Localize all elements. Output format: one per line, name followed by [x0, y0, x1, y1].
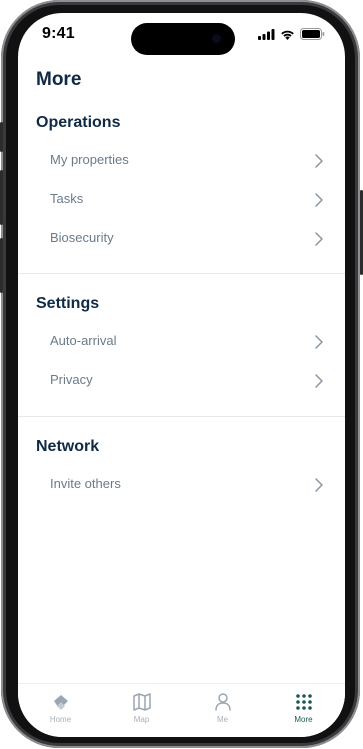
menu-item-label: Tasks: [50, 191, 84, 206]
person-icon: [215, 693, 231, 711]
grid-dots-icon: [296, 694, 312, 710]
menu-item-label: Auto-arrival: [50, 333, 117, 348]
page-title: More: [36, 69, 82, 90]
battery-icon: [300, 28, 325, 40]
menu-item-invite-others[interactable]: Invite others: [18, 466, 345, 504]
tab-label: More: [294, 715, 313, 724]
chevron-right-icon: [315, 374, 323, 388]
status-icons: [258, 27, 325, 41]
section-divider: [18, 416, 345, 417]
tab-me[interactable]: Me: [182, 684, 263, 737]
section-title-network: Network: [36, 438, 100, 455]
camera-icon: [212, 34, 221, 43]
menu-item-label: My properties: [50, 152, 129, 167]
action-button: [0, 122, 3, 152]
dynamic-island: [131, 23, 235, 55]
map-icon: [133, 693, 151, 711]
tab-bar: Home Map Me More: [18, 683, 345, 737]
section-title-operations: Operations: [36, 114, 121, 131]
tab-label: Me: [216, 715, 229, 724]
menu-item-biosecurity[interactable]: Biosecurity: [18, 220, 345, 258]
wifi-icon: [281, 30, 294, 40]
menu-item-label: Biosecurity: [50, 230, 114, 245]
status-bar: 9:41: [18, 13, 345, 59]
chevron-right-icon: [315, 193, 323, 207]
menu-item-auto-arrival[interactable]: Auto-arrival: [18, 323, 345, 361]
volume-down-button: [0, 238, 3, 293]
tab-map[interactable]: Map: [101, 684, 182, 737]
tab-label: Map: [133, 715, 150, 724]
chevron-right-icon: [315, 335, 323, 349]
status-time: 9:41: [42, 25, 75, 42]
chevron-right-icon: [315, 154, 323, 168]
menu-item-label: Privacy: [50, 372, 93, 387]
tab-label: Home: [49, 715, 72, 724]
screen: 9:41 More Operations My properties Tasks…: [18, 13, 345, 737]
section-title-settings: Settings: [36, 295, 100, 312]
menu-item-tasks[interactable]: Tasks: [18, 181, 345, 219]
menu-item-my-properties[interactable]: My properties: [18, 142, 345, 180]
menu-item-label: Invite others: [50, 476, 121, 491]
chevron-right-icon: [315, 478, 323, 492]
tab-more[interactable]: More: [263, 684, 344, 737]
volume-up-button: [0, 170, 3, 225]
section-divider: [18, 273, 345, 274]
chevron-right-icon: [315, 232, 323, 246]
tab-home[interactable]: Home: [20, 684, 101, 737]
cellular-signal-icon: [258, 28, 275, 40]
menu-item-privacy[interactable]: Privacy: [18, 362, 345, 400]
home-icon: [54, 695, 68, 710]
